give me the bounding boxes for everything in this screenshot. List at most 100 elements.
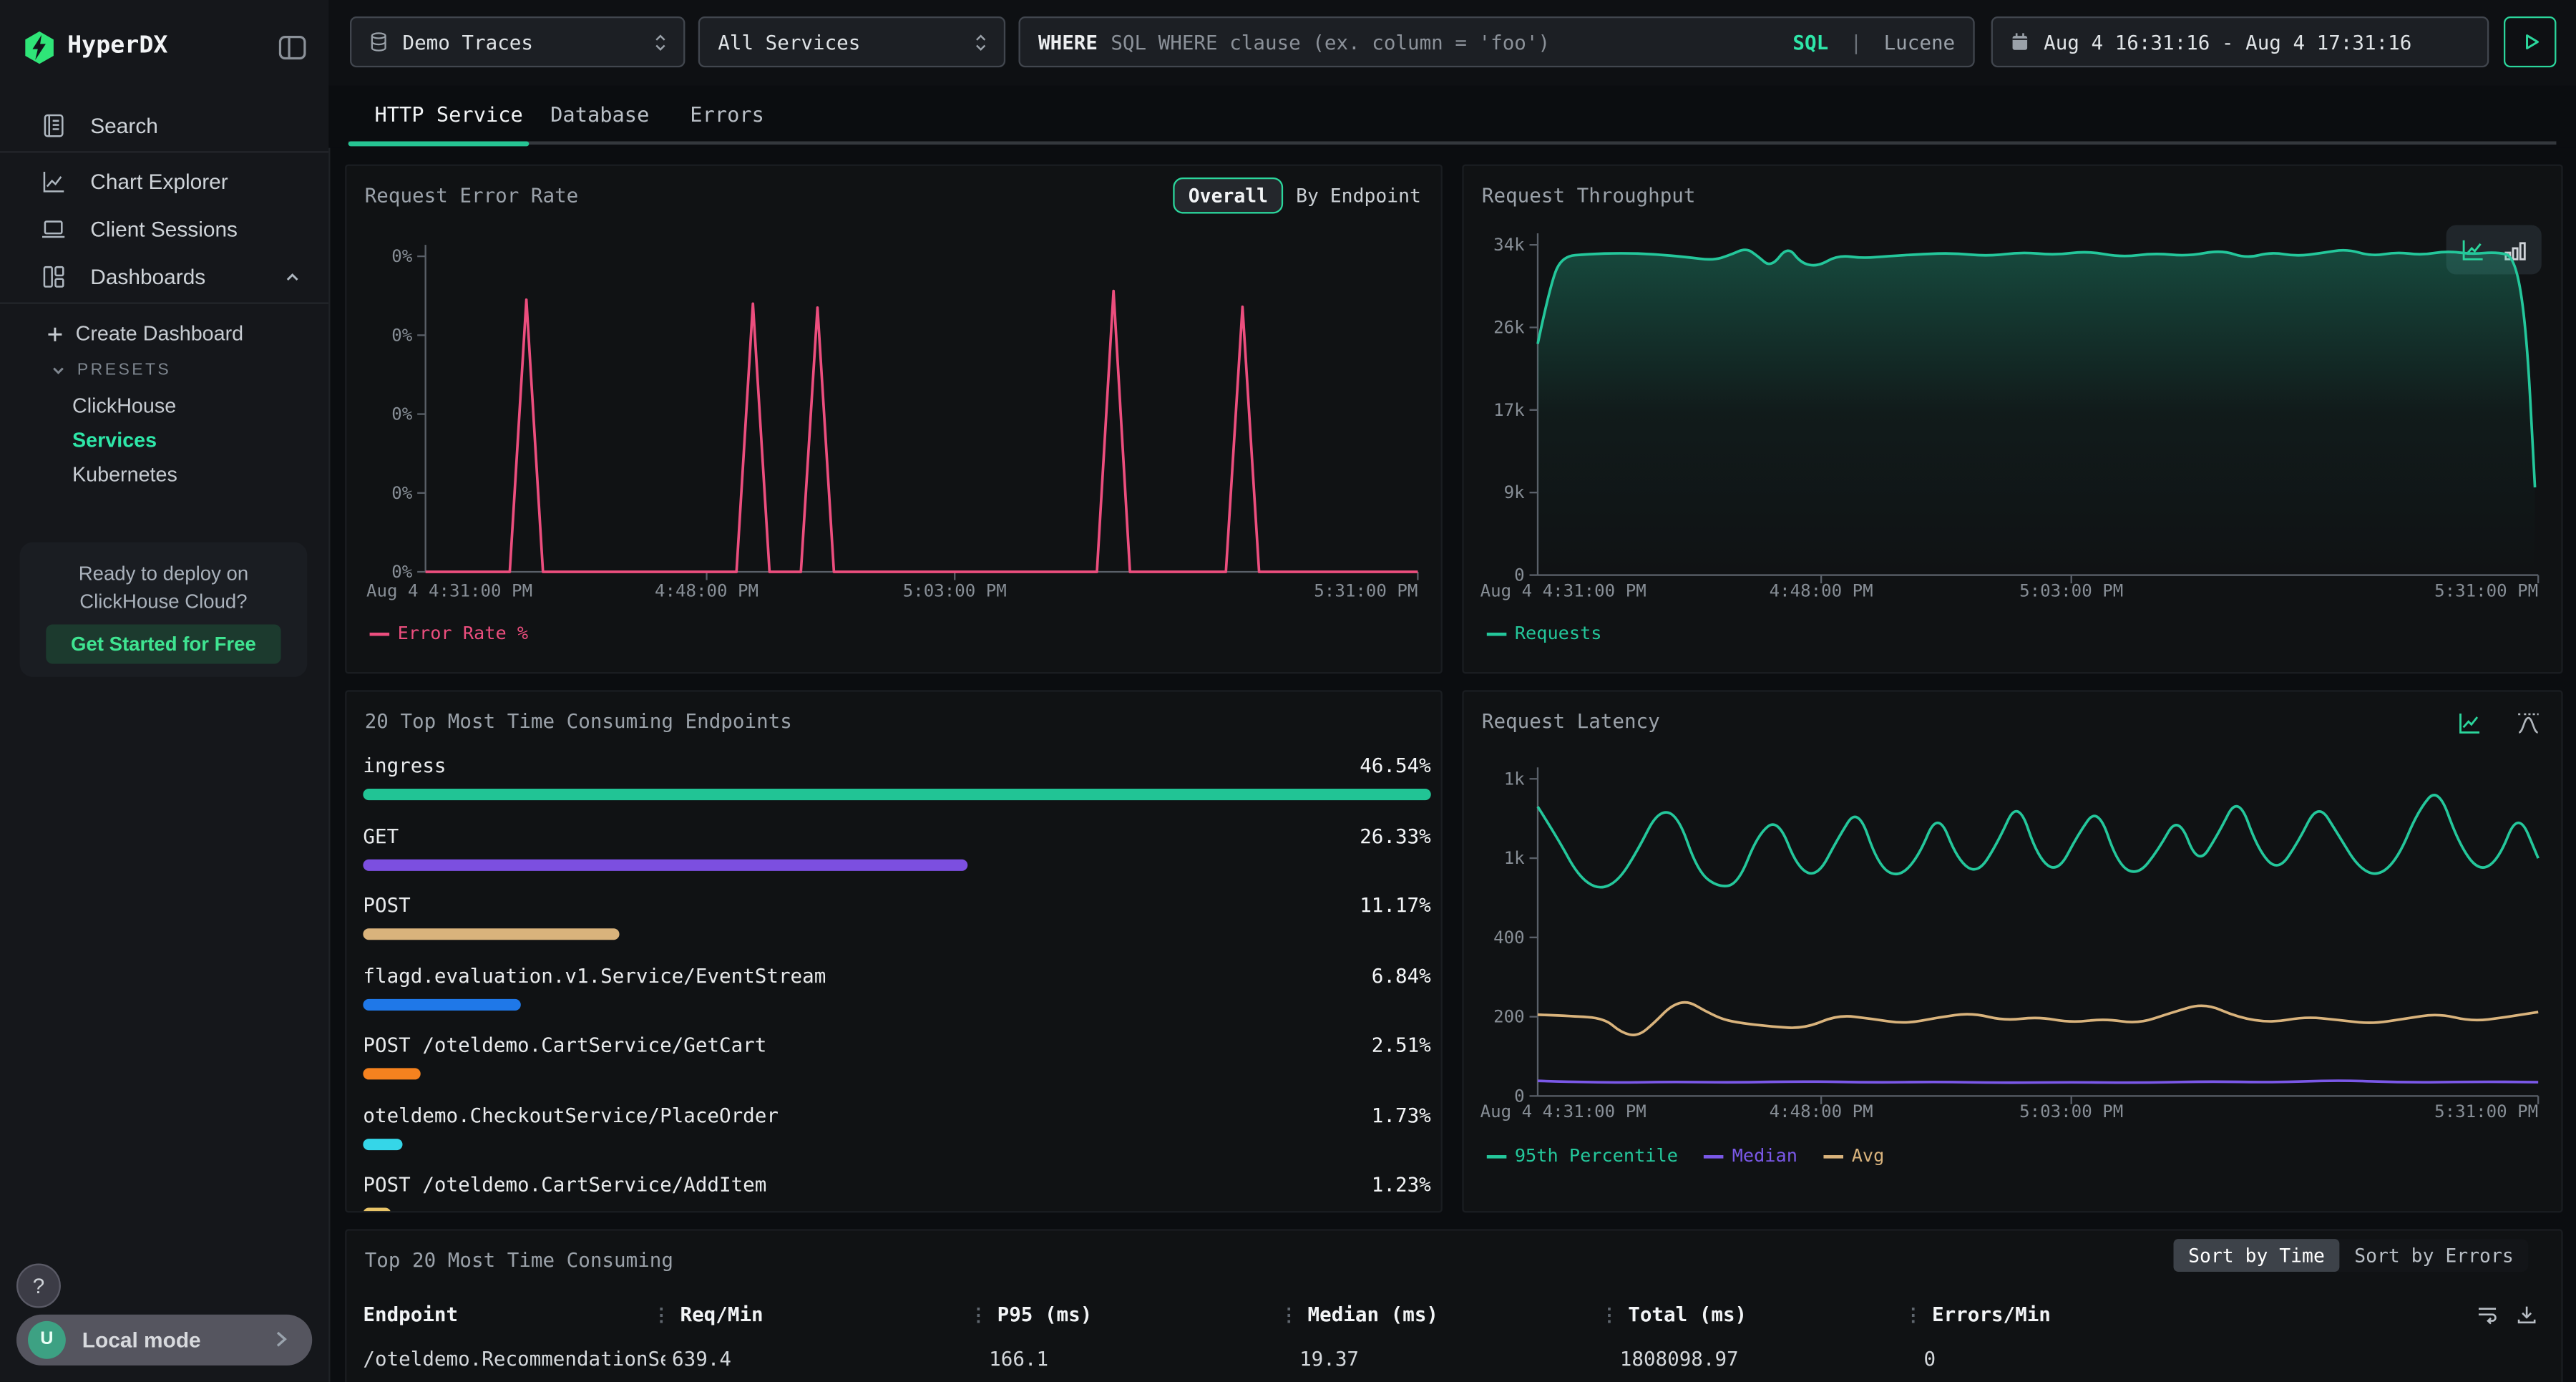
endpoint-label: flagd.evaluation.v1.Service/EventStream (363, 964, 826, 987)
table-cell[interactable]: 166.1 (989, 1348, 1284, 1371)
column-header[interactable]: Endpoint (363, 1303, 458, 1326)
endpoint-bar (363, 1207, 391, 1212)
source-select[interactable]: Demo Traces (350, 16, 685, 67)
column-drag-handle-icon[interactable]: ⋮ (652, 1305, 670, 1326)
column-header[interactable]: ⋮ P95 (ms) (970, 1303, 1093, 1326)
table-cell[interactable]: 639.4 (672, 1348, 967, 1371)
series-error-rate- (426, 291, 1418, 572)
svg-text:0%: 0% (391, 325, 413, 345)
endpoint-percent: 6.84% (1372, 964, 1431, 987)
column-drag-handle-icon[interactable]: ⋮ (1280, 1305, 1298, 1326)
user-menu[interactable]: U Local mode (16, 1315, 312, 1366)
time-range-picker[interactable]: Aug 4 16:31:16 - Aug 4 17:31:16 (1991, 16, 2489, 67)
legend-item[interactable]: Median (1704, 1145, 1797, 1167)
sidebar-item-dashboards[interactable]: Dashboards (0, 253, 328, 301)
column-header[interactable]: ⋮ Median (ms) (1280, 1303, 1439, 1326)
table-cell[interactable]: 19.37 (1299, 1348, 1595, 1371)
endpoint-row[interactable]: flagd.evaluation.v1.Service/EventStream 6… (363, 964, 1430, 1033)
column-header-label: Errors/Min (1932, 1303, 2051, 1326)
preset-clickhouse[interactable]: ClickHouse (72, 394, 176, 417)
presets-label: PRESETS (77, 361, 171, 379)
laptop-icon (39, 215, 67, 243)
user-mode-label: Local mode (82, 1328, 201, 1352)
search-input[interactable]: WHERE SQL WHERE clause (ex. column = 'fo… (1018, 16, 1974, 67)
wrap-text-icon[interactable] (2476, 1303, 2499, 1331)
latency-chart[interactable]: 02004001k1kAug 4 4:31:00 PM4:48:00 PM5:0… (1477, 757, 2552, 1135)
panel-request-throughput: Request Throughput 09k17k26k34kAug 4 4:3… (1462, 165, 2562, 674)
preset-kubernetes[interactable]: Kubernetes (72, 463, 177, 486)
endpoint-row[interactable]: POST /oteldemo.CartService/AddItem1.23% (363, 1173, 1430, 1212)
help-button[interactable]: ? (16, 1264, 61, 1308)
legend-item[interactable]: Requests (1487, 623, 1602, 644)
legend-item[interactable]: Avg (1824, 1145, 1885, 1167)
select-chevrons-icon (652, 30, 668, 53)
endpoint-row[interactable]: ingress46.54% (363, 754, 1430, 823)
get-started-button[interactable]: Get Started for Free (46, 624, 280, 663)
table-cell[interactable]: /oteldemo.RecommendationServ (363, 1348, 665, 1371)
tab-http-service[interactable]: HTTP Service (374, 102, 522, 126)
sort-by-errors-button[interactable]: Sort by Errors (2340, 1239, 2529, 1272)
query-language-toggle[interactable]: SQL | Lucene (1792, 30, 1955, 53)
legend-item[interactable]: 95th Percentile (1487, 1145, 1678, 1167)
endpoint-percent: 11.17% (1360, 894, 1431, 917)
svg-text:9k: 9k (1504, 482, 1526, 502)
series-median (1538, 1081, 2538, 1083)
endpoint-row[interactable]: oteldemo.CheckoutService/PlaceOrder1.73% (363, 1104, 1430, 1172)
error-rate-chart[interactable]: 0%0%0%0%0%Aug 4 4:31:00 PM4:48:00 PM5:03… (360, 232, 1431, 613)
svg-text:5:31:00 PM: 5:31:00 PM (1314, 580, 1418, 600)
panel-title: Top 20 Most Time Consuming (365, 1249, 673, 1272)
endpoint-row[interactable]: POST /oteldemo.CartService/GetCart2.51% (363, 1033, 1430, 1102)
avatar: U (28, 1321, 66, 1359)
svg-text:4:48:00 PM: 4:48:00 PM (655, 580, 758, 600)
download-icon[interactable] (2515, 1303, 2538, 1331)
chevron-up-icon[interactable] (283, 267, 303, 287)
endpoint-percent: 1.23% (1372, 1173, 1431, 1196)
sidebar: HyperDX Search Chart Explorer Client Ses… (0, 0, 330, 1382)
legend-item[interactable]: Error Rate % (370, 623, 529, 644)
throughput-chart[interactable]: 09k17k26k34kAug 4 4:31:00 PM4:48:00 PM5:… (1477, 232, 2552, 613)
run-query-button[interactable] (2504, 16, 2556, 67)
svg-text:17k: 17k (1493, 400, 1525, 420)
panel-title: Request Throughput (1482, 184, 1696, 207)
preset-services[interactable]: Services (72, 429, 157, 452)
sidebar-item-search[interactable]: Search (0, 102, 328, 150)
service-select-value: All Services (718, 30, 860, 53)
column-header-label: P95 (ms) (997, 1303, 1093, 1326)
line-chart-icon[interactable] (2456, 710, 2482, 736)
column-header[interactable]: ⋮ Errors/Min (1904, 1303, 2051, 1326)
clickhouse-cloud-promo: Ready to deploy on ClickHouse Cloud? Get… (20, 542, 308, 677)
tab-errors[interactable]: Errors (690, 102, 764, 126)
sidebar-collapse-icon[interactable] (276, 31, 309, 64)
sidebar-item-label: Client Sessions (90, 217, 238, 241)
svg-text:Aug 4 4:31:00 PM: Aug 4 4:31:00 PM (366, 580, 532, 600)
column-drag-handle-icon[interactable]: ⋮ (1600, 1305, 1618, 1326)
histogram-icon[interactable] (2515, 710, 2542, 736)
legend-swatch (1487, 1154, 1507, 1158)
create-dashboard-button[interactable]: Create Dashboard (46, 322, 243, 345)
service-select[interactable]: All Services (698, 16, 1005, 67)
endpoint-percent: 1.73% (1372, 1104, 1431, 1126)
column-header[interactable]: ⋮Req/Min (652, 1303, 763, 1326)
column-drag-handle-icon[interactable]: ⋮ (1904, 1305, 1922, 1326)
presets-section-toggle[interactable]: PRESETS (49, 361, 171, 379)
by-endpoint-toggle-button[interactable]: By Endpoint (1296, 184, 1421, 207)
svg-text:0%: 0% (391, 483, 413, 503)
sql-mode-label[interactable]: SQL (1792, 30, 1828, 53)
endpoint-row[interactable]: GET26.33% (363, 824, 1430, 892)
panel-title: Request Error Rate (365, 184, 579, 207)
lucene-mode-label[interactable]: Lucene (1884, 30, 1956, 53)
tab-database[interactable]: Database (550, 102, 649, 126)
table-cell[interactable]: 1808098.97 (1620, 1348, 1916, 1371)
column-header[interactable]: ⋮Total (ms) (1600, 1303, 1747, 1326)
overall-toggle-button[interactable]: Overall (1174, 177, 1283, 214)
sidebar-item-label: Dashboards (90, 265, 205, 289)
sidebar-item-chart-explorer[interactable]: Chart Explorer (0, 157, 328, 205)
column-drag-handle-icon[interactable]: ⋮ (970, 1305, 987, 1326)
endpoint-row[interactable]: POST11.17% (363, 894, 1430, 963)
column-header-label: Median (ms) (1308, 1303, 1438, 1326)
sidebar-item-client-sessions[interactable]: Client Sessions (0, 205, 328, 253)
sort-by-time-button[interactable]: Sort by Time (2173, 1239, 2339, 1272)
journal-icon (39, 112, 67, 140)
table-cell[interactable]: 0 (1924, 1348, 2220, 1371)
svg-text:34k: 34k (1493, 235, 1525, 255)
